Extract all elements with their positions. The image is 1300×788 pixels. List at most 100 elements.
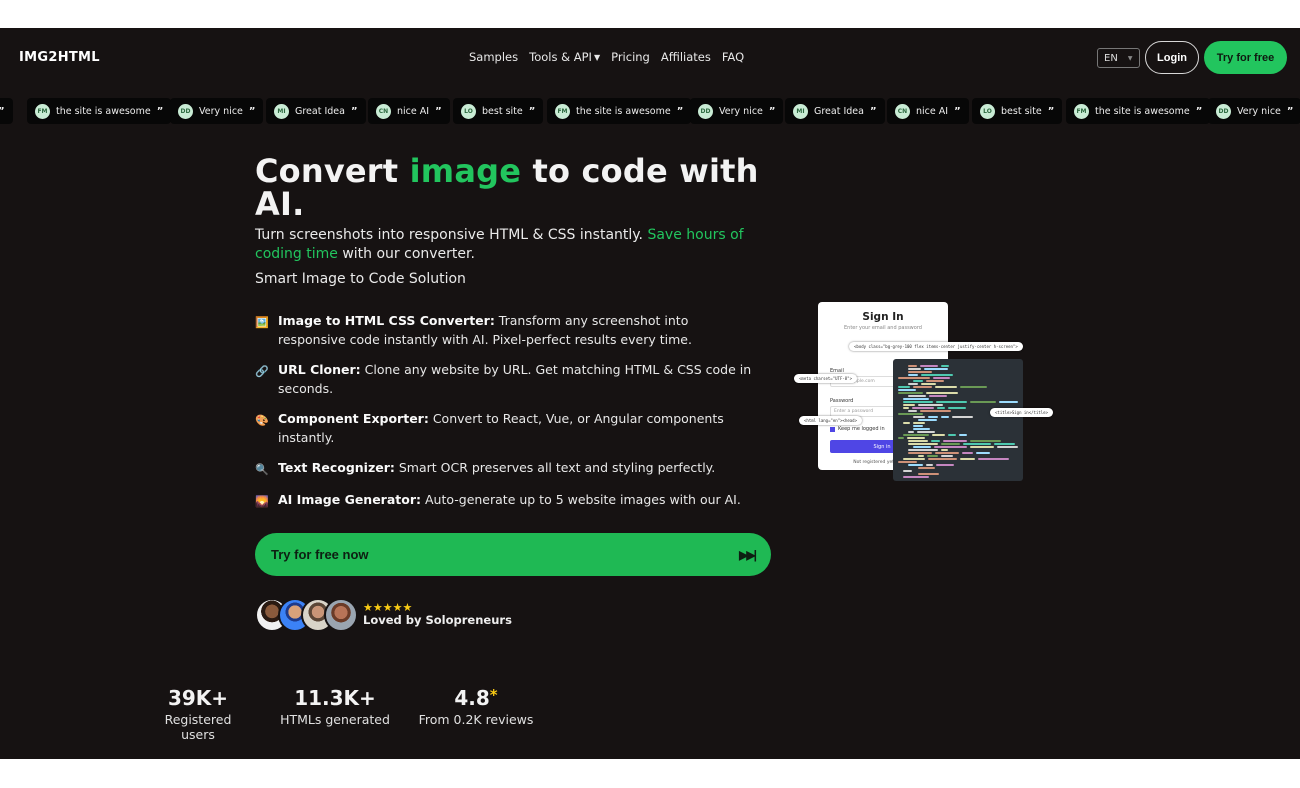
login-button[interactable]: Login <box>1145 41 1199 74</box>
landing-page: IMG2HTML Samples Tools & API ▼ Pricing Af… <box>0 28 1300 759</box>
stat-value: 4.8* <box>418 686 534 710</box>
review-chip: DD Very nice ” <box>170 98 264 124</box>
quote-icon: ” <box>435 105 442 117</box>
code-line <box>976 452 990 454</box>
code-line <box>903 422 910 424</box>
review-chip: LO best site ” <box>453 98 544 124</box>
code-line <box>903 401 933 403</box>
logo[interactable]: IMG2HTML <box>19 50 100 65</box>
code-line <box>931 440 940 442</box>
subtitle-part: Turn screenshots into responsive HTML & … <box>255 227 648 243</box>
code-line <box>921 374 953 376</box>
stat-label: From 0.2K reviews <box>418 712 534 727</box>
palette-icon: 🎨 <box>255 414 269 427</box>
code-line <box>935 386 957 388</box>
review-chip: MI Great Idea ” <box>785 98 885 124</box>
code-line <box>898 437 904 439</box>
keep-logged-in: Keep me logged in <box>830 426 885 432</box>
code-line <box>962 452 973 454</box>
code-line <box>918 455 924 457</box>
subtitle-part: with our converter. <box>337 246 475 262</box>
code-line <box>935 452 959 454</box>
code-panel <box>893 359 1023 481</box>
code-line <box>903 458 925 460</box>
nav-affiliates[interactable]: Affiliates <box>661 50 711 64</box>
review-chip: CN nice AI ” <box>368 98 450 124</box>
code-line <box>913 428 930 430</box>
feature-desc: Auto-generate up to 5 website images wit… <box>421 492 741 507</box>
code-line <box>908 443 938 445</box>
nav-tools-api[interactable]: Tools & API ▼ <box>529 50 600 64</box>
nav-pricing[interactable]: Pricing <box>611 50 650 64</box>
link-icon: 🔗 <box>255 365 269 378</box>
review-chip: DD Very nice ” <box>690 98 784 124</box>
language-value: EN <box>1104 52 1118 64</box>
code-line <box>932 434 945 436</box>
code-tag-html: <html lang="en"><head> <box>799 416 862 425</box>
code-line <box>908 431 914 433</box>
code-line <box>999 401 1018 403</box>
password-label: Password <box>830 398 854 404</box>
try-for-free-button[interactable]: Try for free <box>1204 41 1287 74</box>
checkbox-icon <box>830 426 835 432</box>
hero-title: Convert image to code with AI. <box>255 155 785 221</box>
quote-icon: ” <box>676 105 684 117</box>
star-icon: * <box>489 686 498 704</box>
code-line <box>903 476 929 478</box>
reviewer-avatar: CN <box>376 103 391 119</box>
code-line <box>970 401 996 403</box>
code-line <box>943 440 967 442</box>
code-line <box>913 425 923 427</box>
code-line <box>918 473 939 475</box>
code-line <box>908 368 921 370</box>
stat-label: Registered users <box>164 712 232 742</box>
code-line <box>926 380 944 382</box>
hero-subtitle: Turn screenshots into responsive HTML & … <box>255 226 755 264</box>
feature-item: 🎨 Component Exporter: Convert to React, … <box>255 409 755 447</box>
code-line <box>928 416 938 418</box>
code-line <box>960 458 975 460</box>
code-line <box>937 407 945 409</box>
reviewer-avatar: FM <box>35 103 50 119</box>
code-line <box>941 455 953 457</box>
chevron-down-icon: ▼ <box>593 52 601 62</box>
feature-item: 🌄 AI Image Generator: Auto-generate up t… <box>255 490 755 511</box>
code-line <box>903 398 929 400</box>
code-line <box>918 467 935 469</box>
feature-title: Image to HTML CSS Converter: <box>278 313 495 328</box>
code-line <box>908 365 917 367</box>
code-line <box>898 413 923 415</box>
nav-tools-api-label: Tools & API <box>529 50 592 64</box>
feature-item: 🖼️ Image to HTML CSS Converter: Transfor… <box>255 311 755 349</box>
code-line <box>917 431 935 433</box>
code-line <box>941 443 960 445</box>
feature-title: AI Image Generator: <box>278 492 422 507</box>
code-line <box>908 449 938 451</box>
code-line <box>970 440 1001 442</box>
code-line <box>936 401 967 403</box>
quote-icon: ” <box>1286 105 1294 117</box>
try-for-free-now-button[interactable]: Try for free now ▶▶| <box>255 533 771 576</box>
review-text: best site <box>482 105 523 117</box>
code-line <box>908 371 932 373</box>
code-tag-meta: <meta charset="UTF-8"> <box>794 374 857 383</box>
code-line <box>921 383 936 385</box>
review-text: nice AI <box>916 105 949 117</box>
cta-label: Try for free now <box>271 547 369 562</box>
nav-faq[interactable]: FAQ <box>722 50 744 64</box>
fast-forward-icon: ▶▶| <box>739 547 757 562</box>
quote-icon: ” <box>1047 105 1055 117</box>
code-line <box>941 365 949 367</box>
hero-illustration: Sign In Enter your email and password Em… <box>793 302 1053 484</box>
code-line <box>898 377 930 379</box>
reviewer-avatar: MI <box>793 103 808 119</box>
code-line <box>908 383 918 385</box>
code-line <box>978 458 1009 460</box>
review-text: Great Idea <box>814 105 864 117</box>
review-text: Very nice <box>199 105 243 117</box>
code-line <box>913 386 932 388</box>
nav-samples[interactable]: Samples <box>469 50 518 64</box>
language-select[interactable]: EN ▼ <box>1097 48 1140 68</box>
code-line <box>913 380 923 382</box>
code-line <box>903 407 909 409</box>
